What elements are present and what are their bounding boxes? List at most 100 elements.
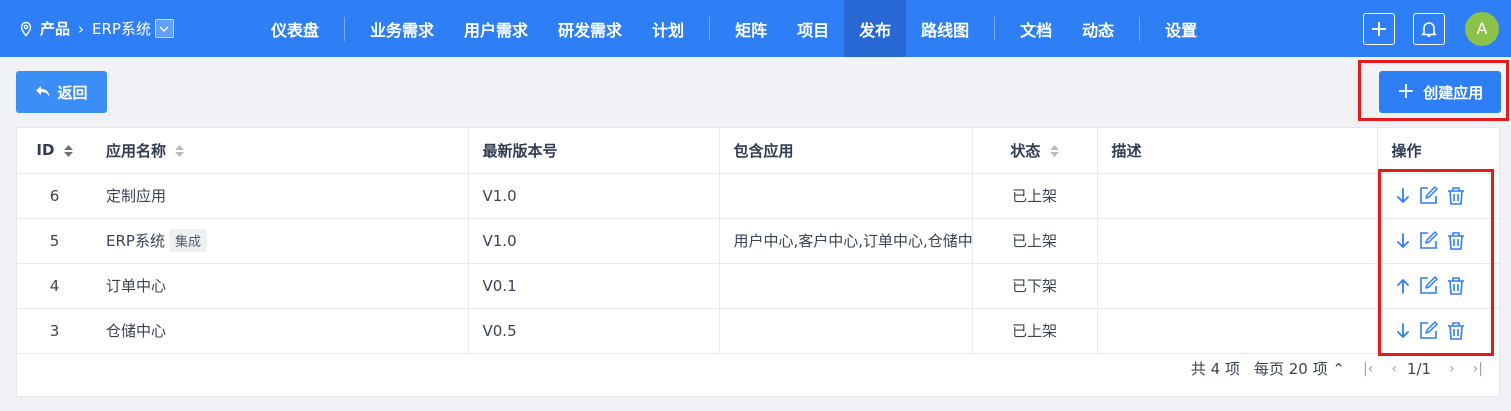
last-page-icon[interactable]: ›|	[1473, 361, 1483, 377]
delete-icon[interactable]	[1446, 321, 1466, 341]
cell-status: 已上架	[971, 218, 1097, 264]
table-row: 4 订单中心 V0.1 已下架	[17, 263, 1501, 309]
cell-version: V1.0	[467, 173, 719, 219]
cell-desc	[1096, 308, 1377, 354]
cell-name: ERP系统 集成	[92, 218, 468, 264]
location-pin-icon	[20, 21, 32, 37]
cell-name: 订单中心	[92, 263, 468, 309]
nav-matrix[interactable]: 矩阵	[720, 0, 782, 57]
pagination: 共 4 项 每页 20 项 ⌃ |‹ ‹ 1/1 › ›|	[1191, 358, 1483, 379]
cell-version: V1.0	[467, 218, 719, 264]
create-button-highlight: + 创建应用	[1358, 60, 1509, 121]
next-page-icon[interactable]: ›	[1449, 361, 1455, 377]
col-desc-header: 描述	[1096, 128, 1377, 174]
header-tools: A	[1363, 0, 1511, 57]
back-label: 返回	[57, 83, 88, 102]
edit-icon[interactable]	[1418, 185, 1438, 206]
nav-plan[interactable]: 计划	[637, 0, 699, 57]
app-name-link[interactable]: 仓储中心	[106, 322, 166, 340]
page-size-select[interactable]: 每页 20 项 ⌃	[1254, 358, 1345, 379]
product-switch-dropdown[interactable]	[154, 19, 174, 38]
app-name-link[interactable]: 定制应用	[106, 187, 166, 205]
cell-apps	[718, 173, 972, 219]
cell-actions	[1376, 263, 1501, 309]
nav-settings[interactable]: 设置	[1150, 0, 1212, 57]
table-row: 3 仓储中心 V0.5 已上架	[17, 308, 1501, 354]
edit-icon[interactable]	[1418, 320, 1438, 341]
undo-arrow-icon	[36, 86, 50, 97]
arrow-up-icon[interactable]	[1396, 278, 1410, 294]
nav-user-requirements[interactable]: 用户需求	[449, 0, 543, 57]
first-page-icon[interactable]: |‹	[1363, 361, 1373, 377]
cell-desc	[1096, 263, 1377, 309]
nav-activity[interactable]: 动态	[1067, 0, 1129, 57]
cell-status: 已下架	[971, 263, 1097, 309]
cell-status: 已上架	[971, 173, 1097, 219]
plus-icon: +	[1396, 79, 1416, 104]
cell-id: 6	[17, 173, 92, 219]
nav-divider	[344, 16, 346, 41]
nav-dashboard[interactable]: 仪表盘	[256, 0, 334, 57]
delete-icon[interactable]	[1446, 186, 1466, 206]
avatar[interactable]: A	[1465, 11, 1499, 46]
prev-page-icon[interactable]: ‹	[1391, 361, 1397, 377]
add-button[interactable]	[1363, 12, 1395, 45]
cell-apps	[718, 263, 972, 309]
page-indicator: 1/1	[1406, 359, 1432, 378]
cell-id: 5	[17, 218, 92, 264]
main-nav: 仪表盘 业务需求 用户需求 研发需求 计划 矩阵 项目 发布 路线图 文档 动态…	[256, 0, 1212, 57]
cell-version: V0.1	[467, 263, 719, 309]
sort-icon	[1049, 145, 1059, 158]
nav-divider	[709, 16, 711, 41]
nav-divider	[1139, 16, 1141, 41]
nav-dev-requirements[interactable]: 研发需求	[543, 0, 637, 57]
col-ops-header: 操作	[1376, 128, 1501, 174]
edit-icon[interactable]	[1418, 275, 1438, 296]
col-name-header[interactable]: 应用名称	[92, 128, 468, 174]
sort-icon	[63, 144, 73, 157]
cell-desc	[1096, 218, 1377, 264]
plus-icon	[1372, 21, 1386, 36]
table-row: 5 ERP系统 集成 V1.0 用户中心,客户中心,订单中心,仓储中心 已上架	[17, 218, 1501, 264]
nav-roadmap[interactable]: 路线图	[906, 0, 984, 57]
nav-business-requirements[interactable]: 业务需求	[355, 0, 449, 57]
cell-name: 仓储中心	[92, 308, 468, 354]
integration-tag: 集成	[168, 229, 207, 252]
top-navbar: 产品 › ERP系统 仪表盘 业务需求 用户需求 研发需求 计划 矩阵 项目 发…	[0, 0, 1511, 57]
back-button[interactable]: 返回	[16, 71, 107, 113]
pagination-total: 共 4 项	[1190, 360, 1240, 378]
app-name-link[interactable]: ERP系统	[106, 232, 165, 250]
arrow-down-icon[interactable]	[1396, 187, 1410, 204]
create-app-button[interactable]: + 创建应用	[1379, 71, 1501, 113]
chevron-up-icon: ⌃	[1332, 360, 1345, 378]
breadcrumb-root[interactable]: 产品	[40, 18, 70, 39]
nav-project[interactable]: 项目	[782, 0, 844, 57]
col-status-header[interactable]: 状态	[971, 128, 1097, 174]
cell-apps: 用户中心,客户中心,订单中心,仓储中心	[718, 218, 972, 264]
chevron-right-icon: ›	[78, 19, 85, 38]
delete-icon[interactable]	[1446, 231, 1466, 251]
cell-id: 3	[17, 308, 92, 354]
col-version-header: 最新版本号	[467, 128, 719, 174]
cell-actions	[1376, 218, 1501, 264]
app-table: ID 应用名称 最新版本号 包含应用 状态 描述 操作 6 定制应用 V1.0	[17, 128, 1501, 354]
app-name-link[interactable]: 订单中心	[106, 277, 166, 295]
arrow-down-icon[interactable]	[1396, 322, 1410, 339]
nav-docs[interactable]: 文档	[1005, 0, 1067, 57]
arrow-down-icon[interactable]	[1396, 232, 1410, 249]
edit-icon[interactable]	[1418, 230, 1438, 251]
chevron-down-icon	[159, 26, 169, 32]
notifications-button[interactable]	[1413, 12, 1445, 45]
delete-icon[interactable]	[1446, 276, 1466, 296]
table-row: 6 定制应用 V1.0 已上架	[17, 173, 1501, 219]
nav-release[interactable]: 发布	[844, 0, 907, 57]
app-table-panel: ID 应用名称 最新版本号 包含应用 状态 描述 操作 6 定制应用 V1.0	[16, 127, 1501, 397]
table-header-row: ID 应用名称 最新版本号 包含应用 状态 描述 操作	[17, 128, 1501, 174]
breadcrumb-product[interactable]: ERP系统	[92, 18, 151, 39]
cell-name: 定制应用	[92, 173, 468, 219]
bell-icon	[1421, 21, 1437, 37]
cell-actions	[1376, 308, 1501, 354]
col-id-header[interactable]: ID	[17, 128, 92, 174]
sort-icon	[175, 145, 185, 158]
cell-actions	[1376, 173, 1501, 219]
